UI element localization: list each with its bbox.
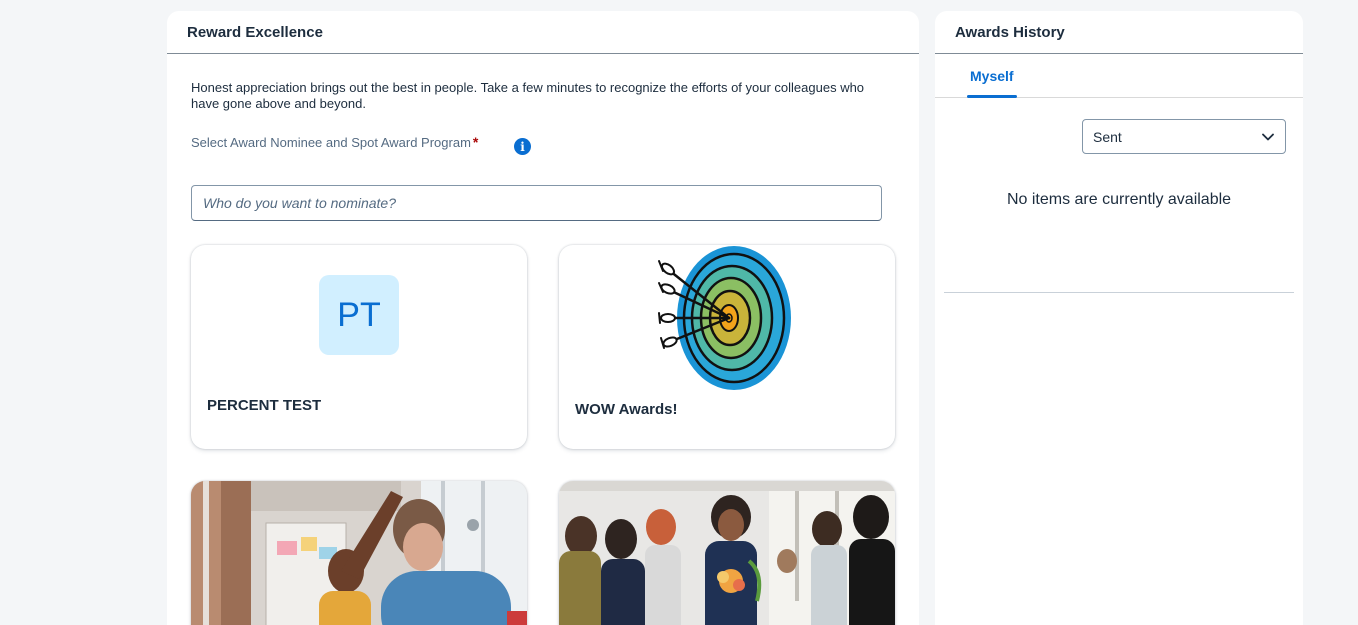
intro-text: Honest appreciation brings out the best … — [191, 80, 865, 111]
empty-state-text: No items are currently available — [1006, 191, 1232, 208]
history-tabs: Myself — [935, 54, 1303, 98]
program-card-wow-awards[interactable]: WOW Awards! — [559, 245, 895, 449]
program-avatar: PT — [319, 275, 399, 355]
reward-excellence-panel: Reward Excellence Honest appreciation br… — [167, 11, 919, 625]
history-filter-select[interactable]: Sent — [1082, 119, 1286, 154]
nominee-field-label: Select Award Nominee and Spot Award Prog… — [191, 134, 478, 150]
awards-history-panel: Awards History Myself Sent No items are … — [935, 11, 1303, 625]
program-title: WOW Awards! — [575, 401, 678, 418]
program-card-team-photo[interactable] — [191, 481, 527, 625]
panel-title: Reward Excellence — [167, 11, 919, 54]
panel-title: Awards History — [935, 11, 1303, 54]
info-icon[interactable]: i — [514, 138, 531, 155]
target-arrows-icon — [658, 246, 791, 390]
program-card-percent-test[interactable]: PT PERCENT TEST — [191, 245, 527, 449]
program-card-applause-photo[interactable] — [559, 481, 895, 625]
tab-selected-indicator — [967, 95, 1017, 98]
divider — [944, 292, 1294, 293]
team-high-five-photo — [191, 481, 527, 625]
field-label-text: Select Award Nominee and Spot Award Prog… — [191, 134, 471, 150]
tab-myself[interactable]: Myself — [970, 68, 1014, 84]
required-marker: * — [472, 134, 479, 150]
filter-selected-value: Sent — [1093, 128, 1122, 145]
chevron-down-icon — [1262, 133, 1274, 141]
program-title: PERCENT TEST — [207, 397, 322, 414]
nominee-search-input[interactable] — [191, 185, 882, 221]
team-applause-photo — [559, 481, 895, 625]
